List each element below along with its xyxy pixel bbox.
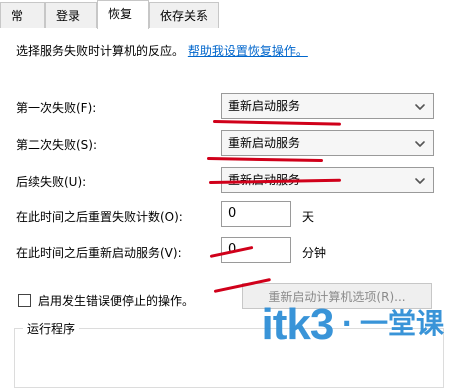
intro-text: 选择服务失败时计算机的反应。 帮助我设置恢复操作。: [16, 42, 308, 59]
restart-service-after-label: 在此时间之后重新启动服务(V):: [16, 246, 182, 260]
stop-on-error-checkbox[interactable]: [18, 294, 31, 307]
help-link[interactable]: 帮助我设置恢复操作。: [188, 44, 308, 58]
second-failure-select[interactable]: 重新启动服务: [221, 130, 434, 156]
stop-on-error-label: 启用发生错误便停止的操作。: [38, 294, 195, 308]
tab-label: 依存关系: [160, 9, 209, 23]
chevron-down-icon: [413, 100, 427, 114]
tab-logon[interactable]: 登录: [45, 2, 97, 28]
chevron-down-icon: [413, 174, 427, 188]
run-program-title: 运行程序: [23, 320, 80, 337]
recovery-tab-panel: 选择服务失败时计算机的反应。 帮助我设置恢复操作。 第一次失败(F): 重新启动…: [0, 28, 454, 388]
reset-failure-count-label: 在此时间之后重置失败计数(O):: [16, 210, 183, 224]
tab-recovery[interactable]: 恢复: [97, 0, 149, 29]
reset-failure-count-input[interactable]: 0: [221, 201, 291, 227]
tab-dependencies[interactable]: 依存关系: [149, 2, 219, 28]
second-failure-value: 重新启动服务: [228, 136, 301, 150]
tab-bar: 常规 登录 恢复 依存关系: [0, 0, 454, 49]
first-failure-select[interactable]: 重新启动服务: [221, 93, 434, 119]
first-failure-value: 重新启动服务: [228, 99, 301, 113]
subsequent-failure-label: 后续失败(U):: [16, 175, 87, 189]
intro-label: 选择服务失败时计算机的反应。: [16, 44, 185, 58]
restart-service-after-unit: 分钟: [302, 246, 327, 260]
reset-failure-count-unit: 天: [302, 210, 315, 224]
second-failure-label: 第二次失败(S):: [16, 138, 98, 152]
tab-label: 恢复: [108, 7, 133, 21]
red-underline-second-failure: [206, 157, 324, 163]
stop-on-error-row: 启用发生错误便停止的操作。: [18, 292, 194, 309]
tab-label: 登录: [56, 9, 81, 23]
chevron-down-icon: [413, 137, 427, 151]
first-failure-label: 第一次失败(F):: [16, 101, 97, 115]
tab-general[interactable]: 常规: [0, 2, 45, 49]
restart-computer-options-button: 重新启动计算机选项(R)...: [242, 283, 432, 309]
run-program-groupbox: 运行程序: [14, 320, 444, 388]
red-underline-first-failure: [212, 120, 342, 126]
